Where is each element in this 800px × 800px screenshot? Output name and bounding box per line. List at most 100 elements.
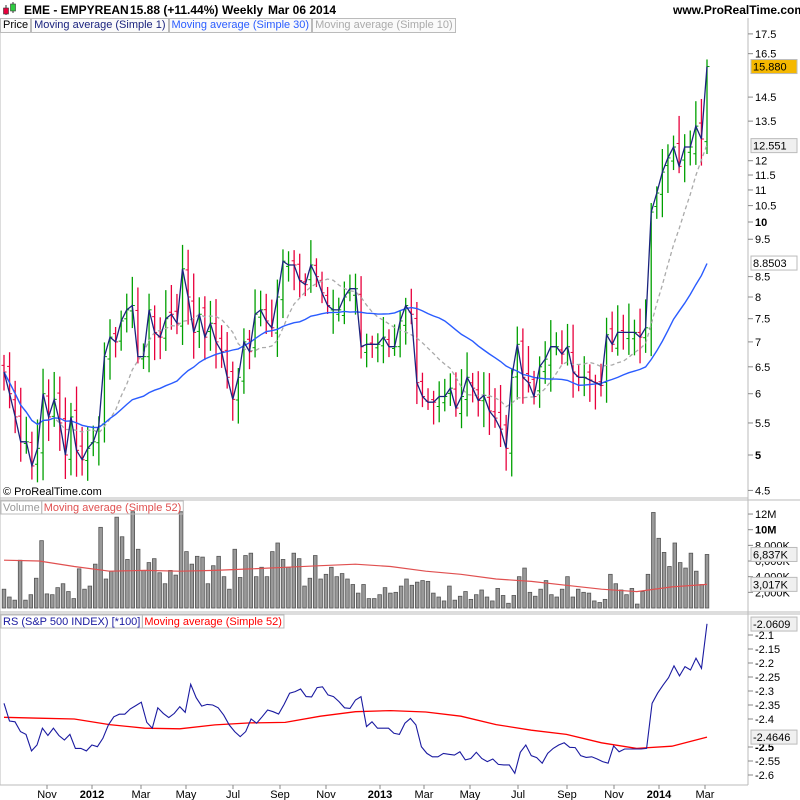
price-bar [553,332,559,356]
volume-bar [382,587,388,609]
price-bar [85,426,91,481]
price-bar [665,144,671,193]
volume-bar [361,584,366,609]
volume-bar [372,598,377,609]
volume-bar [44,593,50,609]
volume-bar [130,511,135,609]
axis-tick-label: -2.2 [755,658,774,670]
price-bar [40,368,46,481]
value-badge-label: 3,017K [753,579,789,591]
price-bar [419,372,425,408]
volume-bar [93,563,98,609]
price-bar [581,356,587,397]
price-bar [682,134,688,183]
price-bar [631,319,637,356]
volume-bar [474,594,479,609]
volume-bar [581,591,586,609]
volume-bar [576,588,581,609]
volume-bar [302,585,307,609]
volume-bar [549,594,554,609]
axis-tick-label: -2.3 [755,686,774,698]
value-badge: -2.4646 [750,729,798,745]
volume-bar [377,594,382,609]
volume-bar [264,576,270,609]
price-bar [258,290,264,327]
axis-tick-label: 11 [755,185,766,197]
volume-bar [157,572,162,609]
volume-bar [200,556,205,609]
price-bar [369,335,375,358]
volume-legend-item: Volume [3,502,40,514]
value-badge-label: 8.8503 [753,258,787,270]
ma1-line [3,66,708,469]
price-bar [442,378,448,412]
volume-bar [699,584,704,609]
axis-tick-label: -2.6 [755,770,774,782]
price-bar [68,402,74,476]
volume-bar [270,551,275,609]
axis-tick-label: 7 [755,337,761,349]
price-bar [615,305,621,356]
volume-bar [366,598,372,609]
volume-bar [527,591,533,609]
volume-bar [254,576,259,609]
volume-bar [345,578,350,609]
volume-bar [82,588,87,609]
value-badge: 3,017K [750,576,798,592]
volume-bar [146,562,152,609]
volume-bar [602,598,608,609]
price-bar [659,148,665,218]
x-axis-label: May [176,789,197,800]
volume-bar [205,583,211,609]
volume-bar [280,559,286,609]
price-bar [475,371,481,417]
x-axis-label: Nov [316,789,336,800]
volume-bar [447,585,452,609]
volume-bar [307,577,313,609]
axis-tick-label: 12 [755,156,767,168]
volume-bar [87,585,93,609]
axis-tick-label: 11.5 [755,170,776,182]
volume-bar [704,554,710,609]
axis-tick-label: 5.5 [755,418,770,430]
volume-bar [216,555,221,609]
rs-ma52-line [3,709,708,750]
value-badge: 6,837K [750,546,798,562]
price-bar [414,301,420,405]
x-axis-label: Mar [132,789,151,800]
volume-bar [640,591,645,609]
price-bar [559,330,565,365]
volume-bar [409,584,415,609]
volume-bar [184,551,189,609]
rs-axis: -2.1-2.15-2.2-2.25-2.3-2.35-2.4-2.5-2.55… [748,616,798,782]
rs-line [3,623,708,775]
price-bar [648,202,654,357]
volume-bar [194,555,200,609]
rs-legend-item: RS (S&P 500 INDEX) [*100] [3,616,140,628]
volume-bar [313,555,318,609]
volume-bar [173,574,178,609]
volume-bar [334,576,339,609]
chart-canvas[interactable]: 17.5 16.5 14.5 13.5 12 11.5 11 10.5 10 9.5 8.5 8 7.5… [0,0,800,800]
price-bar [486,373,492,435]
axis-tick-label: 6.5 [755,362,770,374]
volume-bar [425,580,431,609]
volume-bar [232,548,237,609]
axis-tick-label: 9.5 [755,234,770,246]
volume-bar [398,585,404,609]
price-bar [576,365,582,392]
x-axis-label: Sep [270,789,290,800]
volume-bar [645,573,651,609]
volume-bar [39,540,44,609]
x-axis-label: 2013 [368,789,392,800]
volume-bar [98,526,103,609]
volume-bar [339,573,345,609]
volume-bar [275,542,280,609]
price-bar [286,251,292,282]
axis-tick-label: -2.4 [755,714,774,726]
price-bar [191,273,197,359]
price-bar [431,390,437,425]
volume-bar [329,566,334,609]
x-axis-label: Sep [557,789,577,800]
volume-bar [211,565,216,609]
